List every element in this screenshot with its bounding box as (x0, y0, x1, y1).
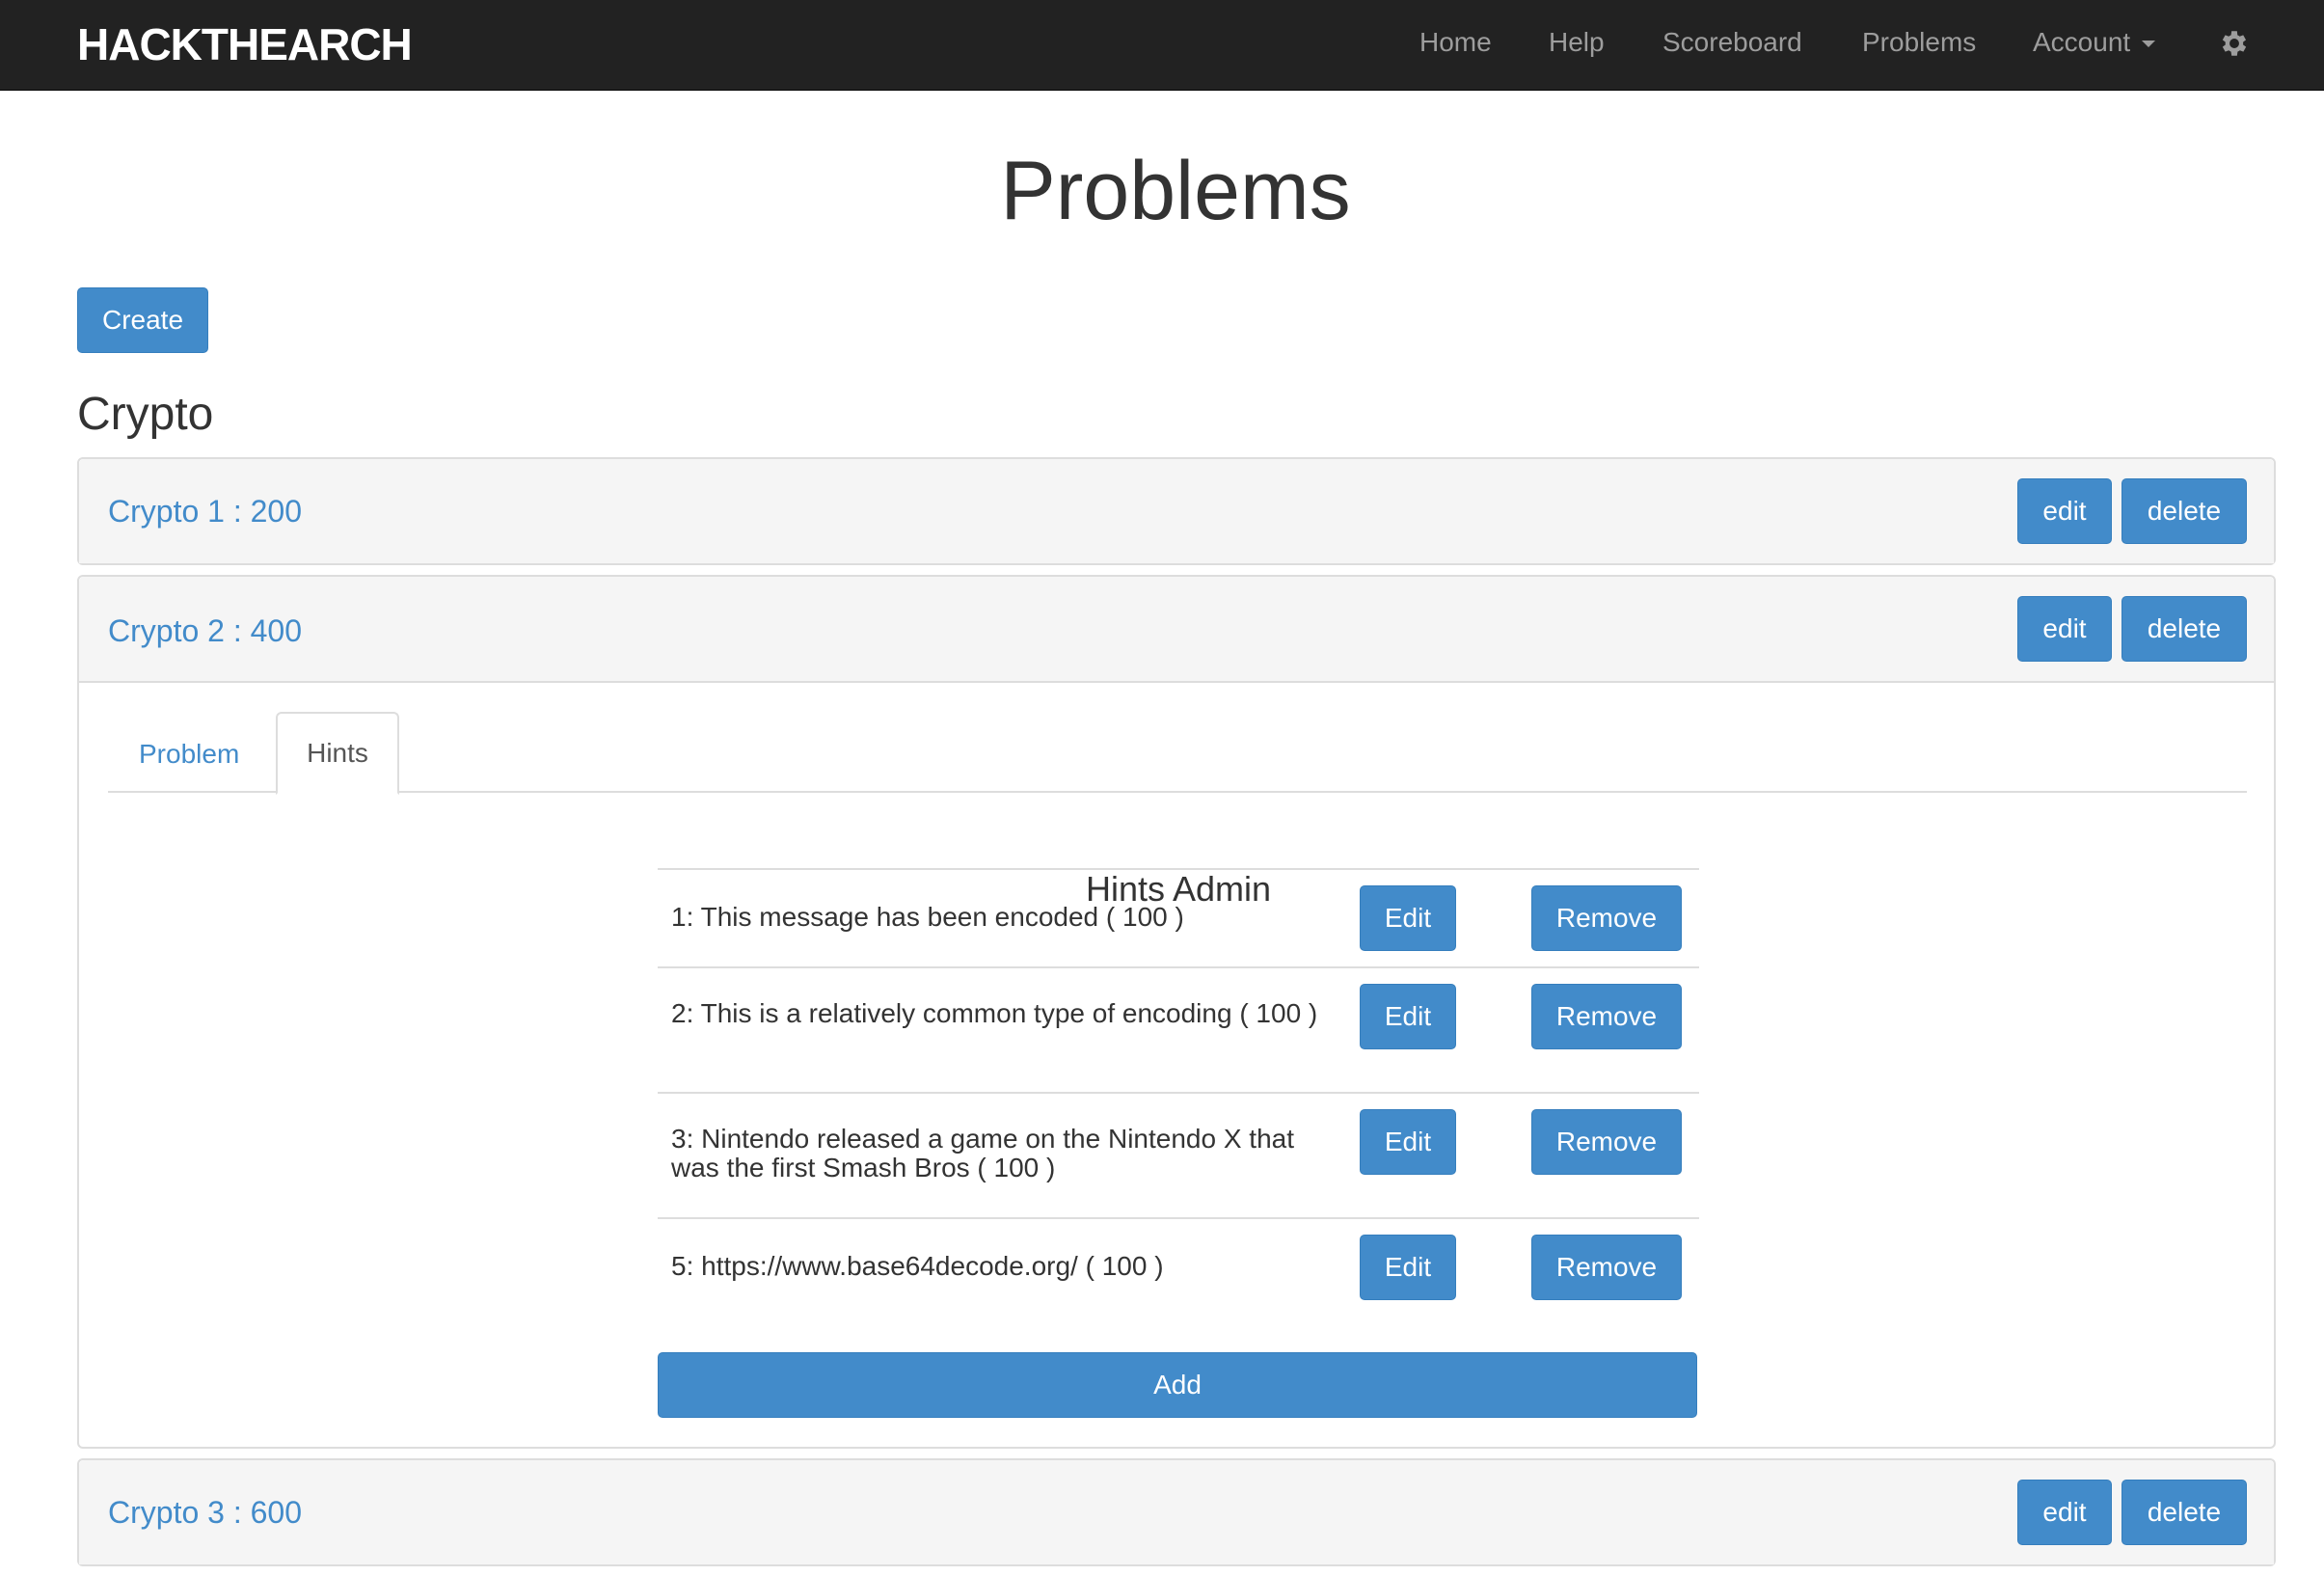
edit-problem-button[interactable]: edit (2017, 478, 2112, 544)
problem-panel: Crypto 1 : 200 edit delete (77, 457, 2276, 565)
caret-down-icon (2142, 41, 2156, 48)
panel-heading: Crypto 3 : 600 edit delete (79, 1460, 2274, 1564)
remove-hint-button[interactable]: Remove (1531, 885, 1682, 951)
edit-hint-button[interactable]: Edit (1360, 984, 1456, 1049)
hint-text: 3: Nintendo released a game on the Ninte… (671, 1124, 1294, 1182)
delete-problem-button[interactable]: delete (2121, 478, 2247, 544)
gear-icon[interactable] (2218, 27, 2251, 60)
panel-heading: Crypto 1 : 200 edit delete (79, 459, 2274, 563)
category-heading: Crypto (77, 389, 214, 440)
delete-problem-button[interactable]: delete (2121, 1480, 2247, 1545)
tabs-divider (108, 791, 2247, 793)
hint-row: 1: This message has been encoded ( 100 )… (658, 868, 1699, 966)
edit-hint-button[interactable]: Edit (1360, 885, 1456, 951)
problem-title-link[interactable]: Crypto 2 : 400 (108, 611, 302, 650)
hint-text: 2: This is a relatively common type of e… (671, 998, 1318, 1028)
add-hint-button[interactable]: Add (658, 1352, 1697, 1418)
edit-hint-button[interactable]: Edit (1360, 1109, 1456, 1175)
nav-help[interactable]: Help (1549, 25, 1605, 60)
hint-row: 2: This is a relatively common type of e… (658, 966, 1699, 1092)
panel-heading: Crypto 2 : 400 edit delete (79, 577, 2274, 683)
delete-problem-button[interactable]: delete (2121, 596, 2247, 662)
hint-text: 5: https://www.base64decode.org/ ( 100 ) (671, 1251, 1164, 1281)
nav-account-dropdown[interactable]: Account (2033, 25, 2156, 60)
brand-logo[interactable]: HACKTHEARCH (77, 17, 413, 71)
hint-text: 1: This message has been encoded ( 100 ) (671, 902, 1184, 932)
remove-hint-button[interactable]: Remove (1531, 984, 1682, 1049)
edit-problem-button[interactable]: edit (2017, 596, 2112, 662)
problem-panel: Crypto 3 : 600 edit delete (77, 1458, 2276, 1566)
page-title: Problems (1000, 145, 1351, 237)
tab-problem[interactable]: Problem (139, 737, 239, 772)
problem-panel-expanded: Crypto 2 : 400 edit delete Problem Hints… (77, 575, 2276, 1449)
nav-account-label: Account (2033, 27, 2131, 57)
tab-hints[interactable]: Hints (276, 712, 399, 795)
edit-hint-button[interactable]: Edit (1360, 1235, 1456, 1300)
hint-row: 5: https://www.base64decode.org/ ( 100 )… (658, 1217, 1699, 1314)
nav-home[interactable]: Home (1419, 25, 1492, 60)
problem-title-link[interactable]: Crypto 1 : 200 (108, 492, 302, 530)
top-navbar: HACKTHEARCH Home Help Scoreboard Problem… (0, 0, 2324, 91)
nav-problems[interactable]: Problems (1862, 25, 1976, 60)
nav-scoreboard[interactable]: Scoreboard (1662, 25, 1802, 60)
create-problem-button[interactable]: Create (77, 287, 208, 353)
remove-hint-button[interactable]: Remove (1531, 1109, 1682, 1175)
hint-row: 3: Nintendo released a game on the Ninte… (658, 1092, 1699, 1217)
remove-hint-button[interactable]: Remove (1531, 1235, 1682, 1300)
edit-problem-button[interactable]: edit (2017, 1480, 2112, 1545)
problem-title-link[interactable]: Crypto 3 : 600 (108, 1493, 302, 1532)
